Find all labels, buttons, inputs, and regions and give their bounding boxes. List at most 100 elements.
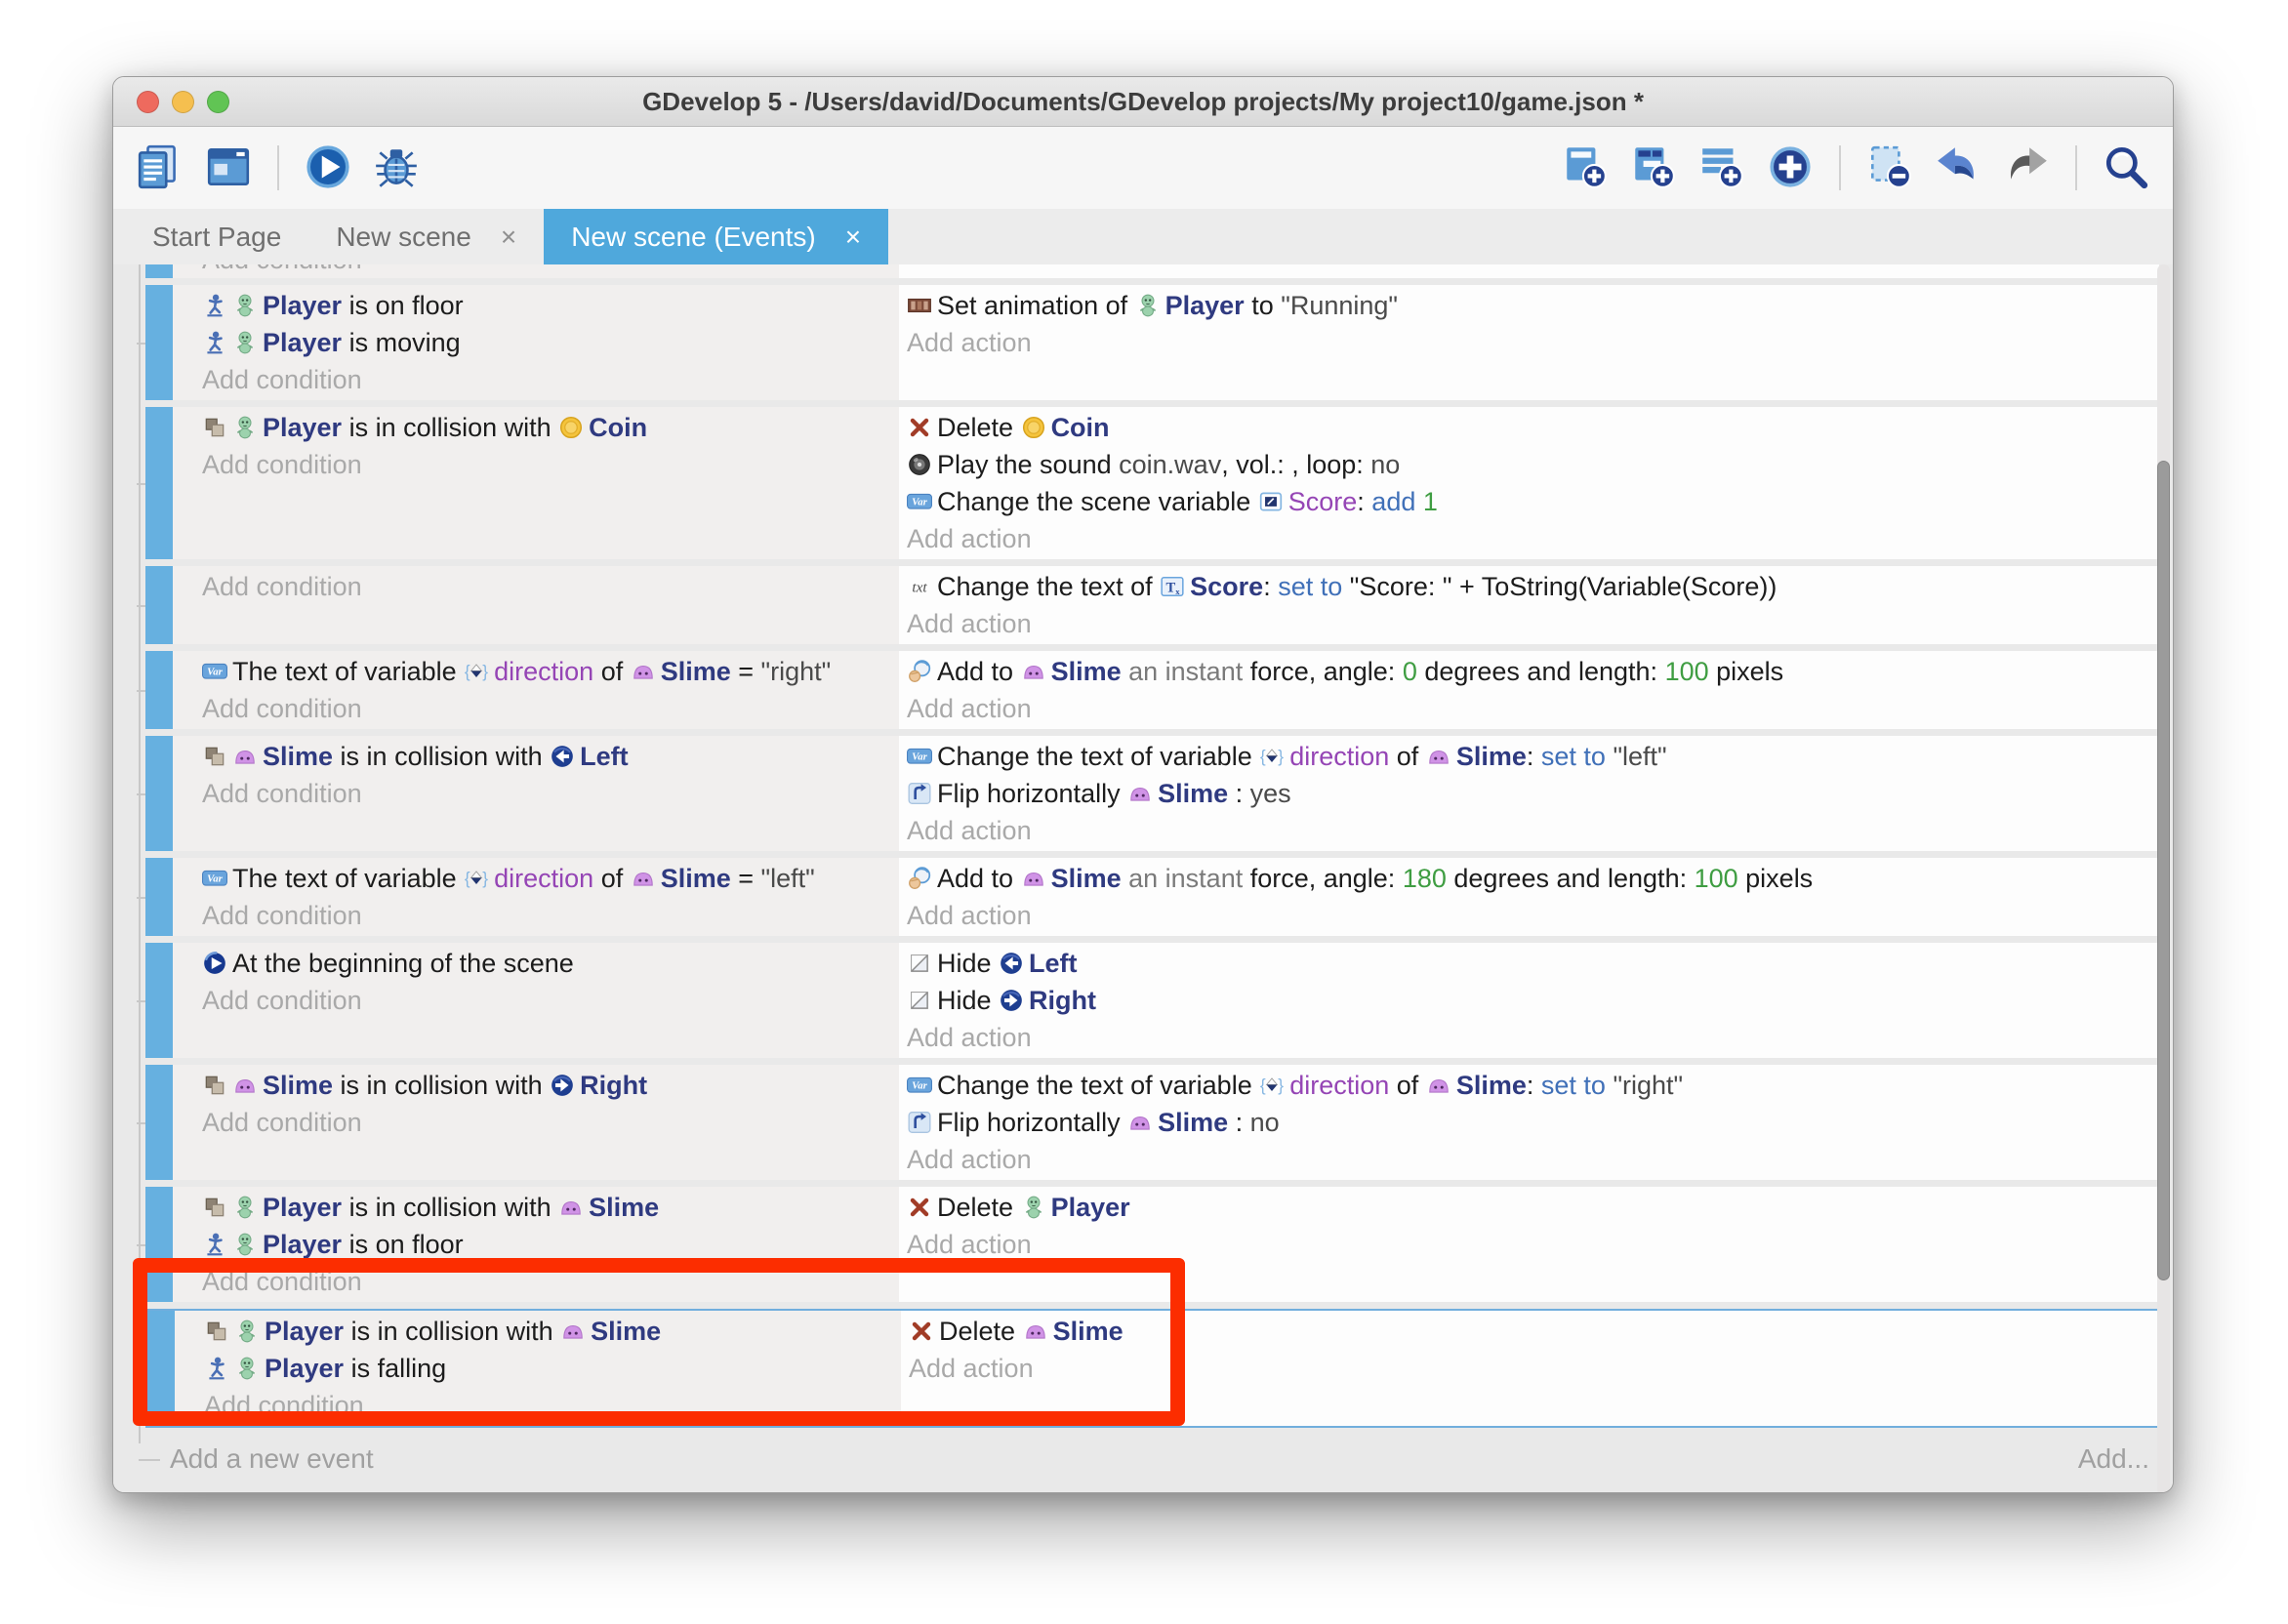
add-action-button[interactable]: Add action xyxy=(907,605,2149,642)
event-left-bar[interactable] xyxy=(145,264,173,278)
add-action-button[interactable]: Add action xyxy=(907,690,2149,727)
add-plus-button[interactable] xyxy=(1763,140,1818,196)
play-button[interactable] xyxy=(301,140,355,196)
action-line[interactable]: Hide Right xyxy=(907,982,2149,1019)
add-action-button[interactable]: Add action xyxy=(907,1019,2149,1056)
text-segment: Change the text of variable xyxy=(937,738,1259,775)
condition-line[interactable]: Slime is in collision with Left xyxy=(202,738,889,775)
event-row[interactable]: Player is in collision with CoinAdd cond… xyxy=(145,407,2159,559)
condition-line[interactable]: Player is on floor xyxy=(202,287,889,324)
action-line[interactable]: Delete Slime xyxy=(909,1313,2147,1350)
tab-new-scene[interactable]: New scene× xyxy=(308,209,544,264)
event-left-bar[interactable] xyxy=(145,858,173,936)
scene-editor-button[interactable] xyxy=(201,140,256,196)
action-line[interactable]: Flip horizontally Slime : yes xyxy=(907,775,2149,812)
action-line[interactable]: Delete Coin xyxy=(907,409,2149,446)
add-condition-button[interactable]: Add condition xyxy=(202,264,889,278)
event-left-bar[interactable] xyxy=(145,736,173,851)
action-line[interactable]: VarChange the text of variable {}directi… xyxy=(907,1067,2149,1104)
add-subevent-button[interactable] xyxy=(1626,140,1681,196)
event-left-bar[interactable] xyxy=(147,1311,175,1426)
event-row[interactable]: Player is in collision with SlimePlayer … xyxy=(145,1187,2159,1302)
add-action-button[interactable]: Add action xyxy=(907,812,2149,849)
action-line[interactable]: Flip horizontally Slime : no xyxy=(907,1104,2149,1141)
structvar-icon: {} xyxy=(1259,1073,1285,1098)
event-left-bar[interactable] xyxy=(145,566,173,644)
condition-line[interactable]: VarThe text of variable {}direction of S… xyxy=(202,653,889,690)
event-row[interactable]: Add condition xyxy=(145,264,2159,278)
event-row[interactable]: Player is in collision with SlimePlayer … xyxy=(145,1309,2159,1428)
search-button[interactable] xyxy=(2099,140,2153,196)
add-condition-button[interactable]: Add condition xyxy=(202,775,889,812)
text-segment: is in collision with xyxy=(342,409,558,446)
add-comment-button[interactable] xyxy=(1695,140,1749,196)
redo-button[interactable] xyxy=(1999,140,2054,196)
add-button[interactable]: Add... xyxy=(2078,1443,2159,1475)
tab-start-page[interactable]: Start Page xyxy=(125,209,308,264)
condition-line[interactable]: Player is in collision with Slime xyxy=(204,1313,891,1350)
add-condition-button[interactable]: Add condition xyxy=(202,897,889,934)
add-condition-button[interactable]: Add condition xyxy=(202,1263,889,1300)
action-line[interactable]: Add to Slime an instant force, angle: 0 … xyxy=(907,653,2149,690)
add-condition-button[interactable]: Add condition xyxy=(202,982,889,1019)
event-left-bar[interactable] xyxy=(145,651,173,729)
condition-line[interactable]: Player is in collision with Slime xyxy=(202,1189,889,1226)
event-left-bar[interactable] xyxy=(145,285,173,400)
event-row[interactable]: VarThe text of variable {}direction of S… xyxy=(145,651,2159,729)
event-row[interactable]: Add condition txtChange the text of TxSco… xyxy=(145,566,2159,644)
event-row[interactable]: At the beginning of the sceneAdd conditi… xyxy=(145,943,2159,1058)
add-condition-button[interactable]: Add condition xyxy=(204,1387,891,1424)
condition-line[interactable]: Player is falling xyxy=(204,1350,891,1387)
action-line[interactable]: VarChange the text of variable {}directi… xyxy=(907,738,2149,775)
add-condition-button[interactable]: Add condition xyxy=(202,1104,889,1141)
action-line[interactable]: Add to Slime an instant force, angle: 18… xyxy=(907,860,2149,897)
condition-line[interactable]: VarThe text of variable {}direction of S… xyxy=(202,860,889,897)
toolbar-separator xyxy=(1839,145,1841,190)
action-line[interactable]: txtChange the text of TxScore: set to "S… xyxy=(907,568,2149,605)
action-line[interactable]: VarChange the scene variable Score: add … xyxy=(907,483,2149,520)
add-condition-button[interactable]: Add condition xyxy=(202,361,889,398)
condition-line[interactable]: Player is on floor xyxy=(202,1226,889,1263)
scrollbar-thumb[interactable] xyxy=(2157,461,2170,1280)
text-segment: Delete xyxy=(937,409,1021,446)
event-left-bar[interactable] xyxy=(145,943,173,1058)
add-action-button[interactable]: Add action xyxy=(907,520,2149,557)
text-segment: = xyxy=(731,653,761,690)
event-left-bar[interactable] xyxy=(145,1187,173,1302)
debug-button[interactable] xyxy=(369,140,424,196)
action-line[interactable]: Hide Left xyxy=(907,945,2149,982)
event-left-bar[interactable] xyxy=(145,1065,173,1180)
event-row[interactable]: VarThe text of variable {}direction of S… xyxy=(145,858,2159,936)
add-condition-button[interactable]: Add condition xyxy=(202,690,889,727)
event-row[interactable]: Slime is in collision with LeftAdd condi… xyxy=(145,736,2159,851)
tab-close-icon[interactable]: × xyxy=(845,223,861,251)
text-segment: no xyxy=(1250,1104,1280,1141)
add-event-button[interactable] xyxy=(1558,140,1613,196)
event-row[interactable]: Slime is in collision with RightAdd cond… xyxy=(145,1065,2159,1180)
slime-icon xyxy=(560,1319,586,1344)
add-condition-button[interactable]: Add condition xyxy=(202,568,889,605)
remove-event-button[interactable] xyxy=(1862,140,1917,196)
add-action-button[interactable]: Add action xyxy=(907,1141,2149,1178)
tab-close-icon[interactable]: × xyxy=(501,223,516,251)
action-line[interactable]: Play the sound coin.wav, vol.: , loop: n… xyxy=(907,446,2149,483)
event-row[interactable]: Player is on floorPlayer is movingAdd co… xyxy=(145,285,2159,400)
condition-line[interactable]: Player is in collision with Coin xyxy=(202,409,889,446)
player-icon xyxy=(232,415,258,440)
add-action-button[interactable]: Add action xyxy=(907,324,2149,361)
add-new-event-button[interactable]: Add a new event xyxy=(145,1443,374,1475)
add-action-button[interactable]: Add action xyxy=(907,1226,2149,1263)
tab-new-scene-events[interactable]: New scene (Events)× xyxy=(544,209,888,264)
condition-line[interactable]: Slime is in collision with Right xyxy=(202,1067,889,1104)
action-line[interactable]: Set animation of Player to "Running" xyxy=(907,287,2149,324)
action-line[interactable]: Delete Player xyxy=(907,1189,2149,1226)
add-action-button[interactable]: Add action xyxy=(907,897,2149,934)
undo-button[interactable] xyxy=(1931,140,1985,196)
condition-line[interactable]: At the beginning of the scene xyxy=(202,945,889,982)
project-manager-button[interactable] xyxy=(133,140,187,196)
add-condition-button[interactable]: Add condition xyxy=(202,446,889,483)
add-action-button[interactable]: Add action xyxy=(909,1350,2147,1387)
text-segment: : xyxy=(1357,483,1371,520)
event-left-bar[interactable] xyxy=(145,407,173,559)
condition-line[interactable]: Player is moving xyxy=(202,324,889,361)
